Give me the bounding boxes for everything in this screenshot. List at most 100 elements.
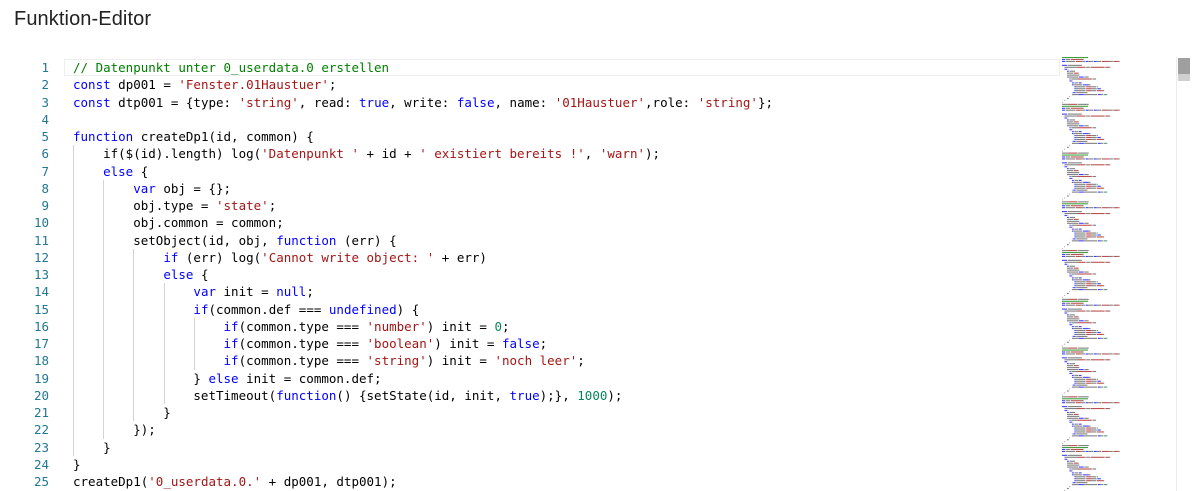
- code-line[interactable]: setObject(id, obj, function (err) {: [73, 232, 396, 249]
- minimap-token: [1106, 435, 1108, 437]
- minimap-token: [1083, 142, 1098, 144]
- line-number: 6: [41, 146, 49, 162]
- minimap-token: [1086, 480, 1092, 482]
- minimap-token: [1076, 140, 1088, 142]
- minimap-token: [1075, 135, 1086, 137]
- minimap-token: [1064, 213, 1078, 215]
- vertical-scrollbar[interactable]: [1176, 57, 1191, 491]
- minimap-token: [1074, 431, 1076, 433]
- code-line[interactable]: setTimeout(function() {setState(id, init…: [73, 387, 622, 404]
- minimap-token: [1086, 310, 1090, 312]
- code-token: dp001 =: [110, 77, 179, 93]
- minimap-token: [1097, 183, 1098, 185]
- minimap-token: [1077, 213, 1086, 215]
- minimap-token: [1071, 127, 1078, 129]
- minimap-token: [1109, 158, 1113, 160]
- minimap-token: [1078, 152, 1089, 154]
- minimap-token: [1062, 353, 1066, 355]
- code-token: createDp1(: [73, 474, 149, 489]
- minimap-token: [1071, 328, 1074, 330]
- minimap-token: [1075, 187, 1086, 189]
- line-number: 16: [33, 318, 49, 334]
- code-line[interactable]: createDp1('0_userdata.0.' + dp001, dtp00…: [73, 473, 397, 490]
- code-line[interactable]: if(common.def === undefined) {: [73, 301, 419, 318]
- minimap-token: [1078, 250, 1089, 252]
- minimap-token: [1062, 250, 1069, 252]
- code-line[interactable]: } else init = common.def;: [73, 370, 381, 387]
- minimap-token: [1075, 431, 1086, 433]
- minimap-token: [1071, 94, 1079, 96]
- scrollbar-thumb[interactable]: [1178, 58, 1190, 74]
- minimap-token: [1090, 310, 1105, 312]
- minimap-token: [1086, 359, 1090, 361]
- minimap-token: [1109, 207, 1113, 209]
- code-editor[interactable]: 1 2 3 4 5 6 7 8 9 10 11 12 13 14 15 16 17 18 19 20 21 22 23 24 2…: [0, 57, 1200, 491]
- code-minimap[interactable]: [1058, 57, 1176, 491]
- minimap-token: [1084, 76, 1089, 78]
- minimap-token: [1069, 372, 1072, 374]
- minimap-token: [1067, 308, 1082, 310]
- minimap-token: [1062, 296, 1063, 298]
- minimap-token: [1078, 435, 1084, 437]
- code-line[interactable]: }: [73, 404, 171, 421]
- code-token: false: [501, 336, 540, 351]
- minimap-token: [1103, 94, 1107, 96]
- minimap-token: [1078, 240, 1084, 242]
- code-line[interactable]: obj.common = common;: [73, 214, 284, 231]
- minimap-token: [1062, 203, 1089, 205]
- minimap-token: [1069, 168, 1076, 170]
- minimap-token: [1097, 191, 1101, 193]
- code-token: (common.type ===: [238, 353, 367, 369]
- code-line[interactable]: function createDp1(id, common) {: [73, 128, 314, 145]
- minimap-token: [1066, 320, 1079, 322]
- code-line[interactable]: if(common.type === 'boolean') init = fal…: [73, 335, 548, 352]
- code-area[interactable]: // Datenpunkt unter 0_userdata.0 erstell…: [73, 57, 1058, 491]
- minimap-token: [1081, 228, 1082, 230]
- minimap-token: [1076, 384, 1088, 386]
- minimap-token: [1075, 330, 1086, 332]
- code-token: ) init =: [426, 353, 495, 369]
- minimap-token: [1086, 86, 1092, 88]
- minimap-token: [1088, 158, 1093, 160]
- minimap-token: [1069, 265, 1076, 267]
- minimap-token: [1066, 462, 1074, 464]
- code-line[interactable]: else {: [73, 163, 148, 180]
- minimap-token: [1066, 464, 1080, 466]
- code-line[interactable]: }: [73, 456, 81, 473]
- minimap-token: [1106, 142, 1108, 144]
- minimap-token: [1103, 382, 1105, 384]
- minimap-token: [1078, 103, 1089, 105]
- code-line[interactable]: if (err) log('Cannot write object: ' + e…: [73, 249, 487, 266]
- minimap-token: [1104, 310, 1105, 312]
- code-line[interactable]: if($(id).length) log('Datenpunkt ' + id …: [73, 145, 660, 162]
- code-token: else: [208, 370, 239, 386]
- code-line[interactable]: else {: [73, 266, 208, 283]
- code-line[interactable]: var init = null;: [73, 283, 313, 300]
- minimap-token: [1086, 183, 1092, 185]
- minimap-token: [1076, 433, 1088, 435]
- minimap-token: [1077, 66, 1086, 68]
- code-line[interactable]: const dp001 = 'Fenster.01Haustuer';: [73, 76, 336, 93]
- minimap-token: [1080, 60, 1085, 62]
- minimap-token: [1067, 259, 1082, 261]
- minimap-token: [1069, 216, 1076, 218]
- minimap-token: [1077, 456, 1086, 458]
- minimap-token: [1096, 402, 1102, 404]
- minimap-token: [1105, 213, 1110, 215]
- code-line[interactable]: if(common.type === 'number') init = 0;: [73, 318, 510, 335]
- minimap-token: [1071, 287, 1073, 289]
- code-line[interactable]: const dtp001 = {type: 'string', read: tr…: [73, 94, 773, 111]
- code-line[interactable]: var obj = {};: [73, 180, 231, 197]
- code-line[interactable]: });: [73, 421, 156, 438]
- minimap-token: [1097, 86, 1098, 88]
- code-token: 'noch leer': [494, 353, 578, 369]
- minimap-token: [1062, 255, 1066, 257]
- code-token: );: [607, 387, 623, 403]
- code-line[interactable]: // Datenpunkt unter 0_userdata.0 erstell…: [73, 59, 389, 76]
- code-line[interactable]: }: [73, 439, 111, 456]
- code-line[interactable]: if(common.type === 'string') init = 'noc…: [73, 352, 585, 369]
- minimap-token: [1104, 456, 1105, 458]
- minimap-token: [1096, 427, 1098, 429]
- minimap-token: [1070, 302, 1084, 304]
